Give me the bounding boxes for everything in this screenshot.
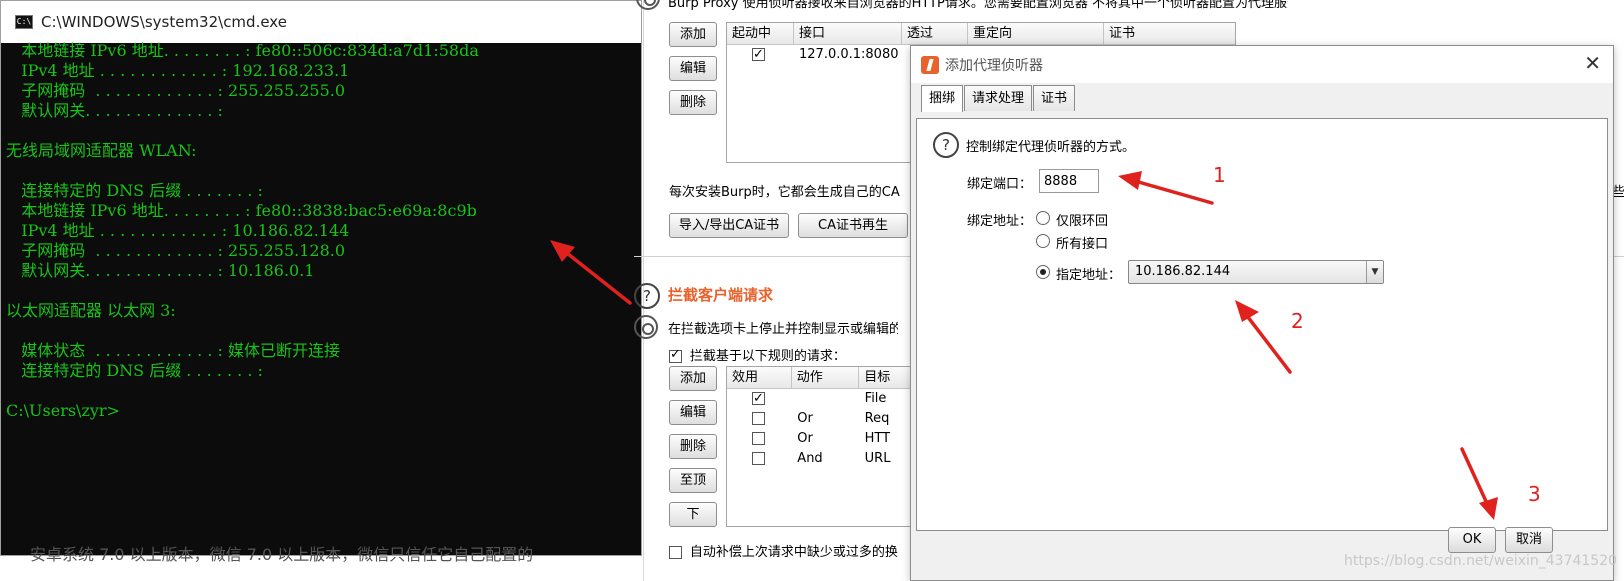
cmd-line [6,321,641,341]
cmd-line: 子网掩码 . . . . . . . . . . . . : 255.255.2… [6,81,346,100]
cmd-line: IPv4 地址 . . . . . . . . . . . . : 192.16… [6,61,350,80]
tab-certificate[interactable]: 证书 [1033,85,1076,111]
rule-operator: And [797,451,823,466]
rule-operator: Or [797,431,813,446]
import-export-ca-button[interactable]: 导入/导出CA证书 [669,213,789,238]
intercept-rules-checkbox[interactable] [669,347,682,363]
listener-table-header: 起动中 接口 透过 重定向 证书 [727,23,1235,45]
cmd-line: 连接特定的 DNS 后缀 . . . . . . . : [6,181,263,200]
cmd-line: 默认网关. . . . . . . . . . . . . : 10.186.0… [6,261,315,280]
address-select[interactable]: 10.186.82.144 ▼ [1128,260,1384,284]
all-interfaces-label: 所有接口 [1056,237,1109,252]
rule-enabled-checkbox[interactable] [752,412,765,425]
cmd-line [6,121,641,141]
dialog-tabs: 捆绑 请求处理 证书 [921,85,1076,112]
add-proxy-listener-dialog: 添加代理侦听器 ✕ 捆绑 请求处理 证书 ? 控制绑定代理侦听器的方式。 绑定端… [910,45,1614,581]
loopback-only-label: 仅限环回 [1056,214,1109,229]
help-icon[interactable]: ? [933,132,959,158]
cmd-line: 本地链接 IPv6 地址. . . . . . . . : fe80::3838… [6,201,477,220]
cmd-icon: C:\ [15,15,33,29]
listener-interface: 127.0.0.1:8080 [799,47,899,62]
watermark: https://blog.csdn.net/weixin_43741520 [1344,553,1618,569]
column-header-redirect[interactable]: 重定向 [968,23,1104,44]
cmd-title: C:\WINDOWS\system32\cmd.exe [41,13,287,31]
intercept-description: 在拦截选项卡上停止并控制显示或编辑的 [668,322,898,337]
gear-icon[interactable] [634,315,658,339]
cmd-window: C:\ C:\WINDOWS\system32\cmd.exe 本地链接 IPv… [0,0,642,556]
rule-operator: Or [797,411,813,426]
burp-logo-icon [921,55,939,74]
column-header-interface[interactable]: 接口 [794,23,902,44]
tab-binding[interactable]: 捆绑 [921,85,964,112]
ok-button[interactable]: OK [1448,527,1496,553]
rule-down-button[interactable]: 下 [669,502,717,527]
cmd-line: 连接特定的 DNS 后缀 . . . . . . . : [6,361,263,380]
column-header-enabled[interactable]: 效用 [727,367,792,388]
listener-running-checkbox[interactable] [752,45,765,65]
ca-description: 每次安装Burp时，它都会生成自己的CA [669,185,900,200]
address-select-value: 10.186.82.144 [1135,264,1231,279]
page-bottom-text: 安卓系统 7.0 以上版本，微信 7.0 以上版本，微信只信任它自己配置的 [30,545,534,564]
column-header-running[interactable]: 起动中 [727,23,794,44]
cmd-line: 以太网适配器 以太网 3: [6,301,176,320]
address-label: 绑定地址： [967,214,1033,229]
chevron-down-icon[interactable]: ▼ [1366,261,1383,283]
rule-remove-button[interactable]: 删除 [669,434,717,459]
help-icon[interactable]: ? [634,283,660,309]
port-label: 绑定端口： [967,177,1033,192]
binding-panel: ? 控制绑定代理侦听器的方式。 绑定端口： 绑定地址： 仅限环回 所有接口 指定… [916,118,1608,531]
cmd-titlebar[interactable]: C:\ C:\WINDOWS\system32\cmd.exe [1,1,641,43]
regenerate-ca-button[interactable]: CA证书再生 [798,213,908,238]
annotation-number: 1 [1213,163,1226,187]
specific-address-radio[interactable] [1036,265,1050,279]
bind-port-input[interactable] [1039,169,1099,193]
cmd-line: C:\Users\zyr> [6,401,120,420]
cmd-output[interactable]: 本地链接 IPv6 地址. . . . . . . . : fe80::506c… [6,41,641,421]
cmd-line: IPv4 地址 . . . . . . . . . . . . : 10.186… [6,221,350,240]
cancel-button[interactable]: 取消 [1505,527,1553,553]
auto-fix-checkbox-row[interactable]: 自动补偿上次请求中缺少或过多的换 [669,541,898,560]
tab-request-handling[interactable]: 请求处理 [964,85,1033,111]
cmd-line: 媒体状态 . . . . . . . . . . . . : 媒体已断开连接 [6,341,340,360]
rule-edit-button[interactable]: 编辑 [669,400,717,425]
intercept-section-title: 拦截客户端请求 [668,286,774,304]
rule-enabled-checkbox[interactable] [752,452,765,465]
rule-operator [792,389,859,409]
intercept-rules-checkbox-row[interactable]: 拦截基于以下规则的请求： [669,345,846,364]
listener-add-button[interactable]: 添加 [669,22,717,47]
dialog-titlebar[interactable]: 添加代理侦听器 ✕ [911,46,1613,83]
dialog-title: 添加代理侦听器 [945,57,1043,74]
column-header-operator[interactable]: 动作 [792,367,860,388]
rule-add-button[interactable]: 添加 [669,366,717,391]
annotation-number: 2 [1291,309,1304,333]
binding-description: 控制绑定代理侦听器的方式。 [966,140,1136,155]
rule-enabled-checkbox[interactable] [752,432,765,445]
cmd-line [6,161,641,181]
listener-remove-button[interactable]: 删除 [669,90,717,115]
cmd-line [6,381,641,401]
close-icon[interactable]: ✕ [1584,52,1601,74]
loopback-only-radio[interactable] [1036,211,1050,225]
rule-up-button[interactable]: 至顶 [669,468,717,493]
auto-fix-label: 自动补偿上次请求中缺少或过多的换 [689,545,898,560]
specific-address-label: 指定地址： [1056,268,1122,283]
cmd-line: 子网掩码 . . . . . . . . . . . . : 255.255.1… [6,241,346,260]
cmd-line [6,281,641,301]
column-header-certificate[interactable]: 证书 [1104,23,1235,44]
cmd-line: 本地链接 IPv6 地址. . . . . . . . : fe80::506c… [6,41,479,60]
all-interfaces-radio[interactable] [1036,234,1050,248]
listener-edit-button[interactable]: 编辑 [669,56,717,81]
listener-description: Burp Proxy 使用侦听器接收来自浏览器的HTTP请求。您需要配置浏览器 … [668,0,1288,11]
annotation-number: 3 [1528,482,1541,506]
cmd-line: 无线局域网适配器 WLAN: [6,141,197,160]
auto-fix-checkbox[interactable] [669,546,682,559]
rule-enabled-checkbox[interactable] [752,389,765,409]
intercept-rules-label: 拦截基于以下规则的请求： [689,349,846,364]
cmd-line: 默认网关. . . . . . . . . . . . . : [6,101,223,120]
column-header-invisible[interactable]: 透过 [902,23,968,44]
